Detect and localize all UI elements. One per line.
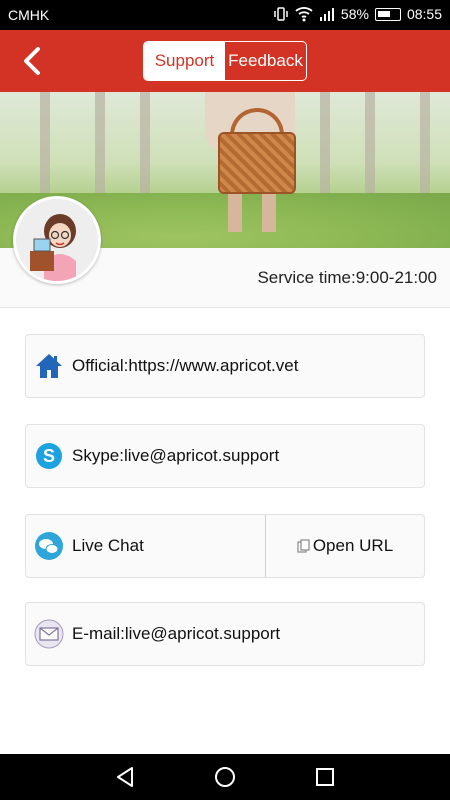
skype-label: Skype:live@apricot.support: [72, 446, 280, 465]
status-bar: CMHK 58% 08:55: [0, 0, 450, 30]
triangle-back-icon[interactable]: [113, 765, 137, 789]
chevron-left-icon: [24, 47, 40, 75]
open-url-button[interactable]: Open URL: [266, 515, 424, 577]
live-chat-label: Live Chat: [72, 536, 144, 555]
top-bar: Support Feedback: [0, 30, 450, 92]
signal-icon: [319, 8, 334, 21]
live-chat-button[interactable]: Live Chat: [26, 515, 266, 577]
envelope-icon: [34, 619, 64, 649]
tab-feedback[interactable]: Feedback: [225, 42, 306, 80]
official-website-row[interactable]: Official:https://www.apricot.vet: [25, 334, 425, 398]
live-chat-row: Live Chat Open URL: [25, 514, 425, 578]
square-recents-icon[interactable]: [313, 765, 337, 789]
tab-switcher: Support Feedback: [143, 41, 307, 81]
circle-home-icon[interactable]: [213, 765, 237, 789]
email-row[interactable]: E-mail:live@apricot.support: [25, 602, 425, 666]
copy-icon: [297, 539, 310, 553]
status-icons: 58% 08:55: [273, 6, 442, 22]
chat-icon: [35, 532, 63, 560]
open-url-label: Open URL: [312, 536, 394, 555]
svg-text:S: S: [43, 446, 55, 466]
back-button[interactable]: [16, 42, 52, 80]
battery-icon: [374, 7, 401, 21]
vibrate-icon: [274, 7, 288, 21]
battery-percent: 58%: [340, 6, 369, 22]
clock: 08:55: [406, 6, 442, 22]
official-website-label: Official:https://www.apricot.vet: [72, 356, 299, 375]
home-icon: [36, 354, 62, 378]
system-nav-bar: [0, 754, 450, 800]
email-label: E-mail:live@apricot.support: [72, 624, 281, 643]
avatar: [13, 196, 101, 284]
wifi-icon: [295, 7, 313, 22]
skype-icon: S: [36, 443, 62, 469]
tab-support[interactable]: Support: [144, 42, 225, 80]
support-agent-illustration: [16, 199, 98, 281]
service-time: Service time:9:00-21:00: [257, 268, 437, 287]
carrier-label: CMHK: [8, 7, 50, 23]
skype-row[interactable]: S Skype:live@apricot.support: [25, 424, 425, 488]
